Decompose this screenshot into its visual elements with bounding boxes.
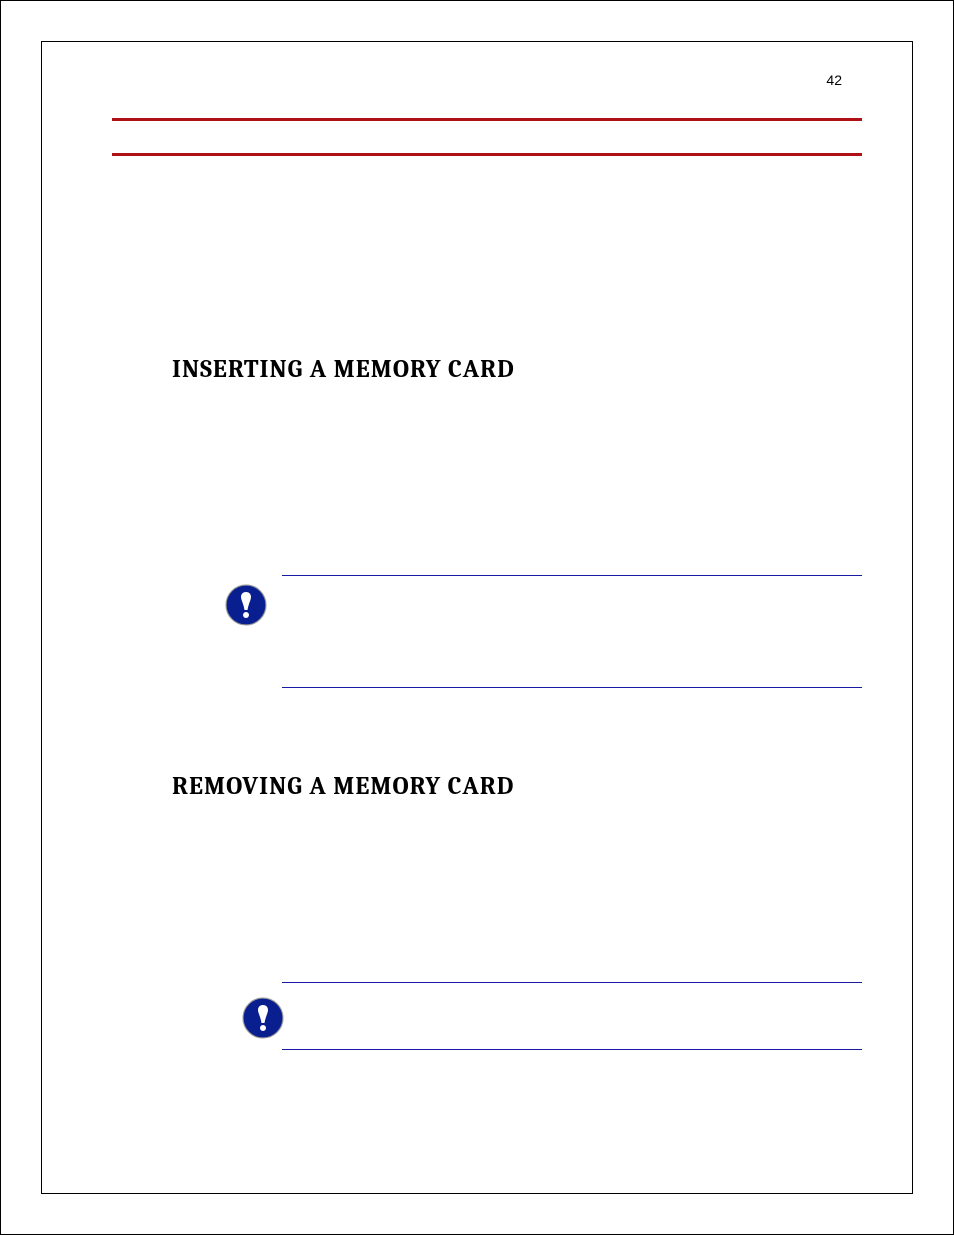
note-box-2 (282, 982, 862, 1050)
divider-rule-top (112, 118, 862, 121)
heading-inserting-memory-card: INSERTING A MEMORY CARD (172, 355, 515, 384)
page-number: 42 (826, 72, 842, 88)
notice-exclamation-icon (241, 996, 285, 1040)
inner-frame: 42 INSERTING A MEMORY CARD REMOVING A ME… (41, 41, 913, 1194)
content-area: 42 (112, 72, 862, 156)
notice-exclamation-icon (224, 583, 268, 627)
heading-removing-memory-card: REMOVING A MEMORY CARD (172, 772, 514, 801)
page-frame: 42 INSERTING A MEMORY CARD REMOVING A ME… (0, 0, 954, 1235)
note-box-1 (282, 575, 862, 688)
divider-rule-bottom (112, 153, 862, 156)
